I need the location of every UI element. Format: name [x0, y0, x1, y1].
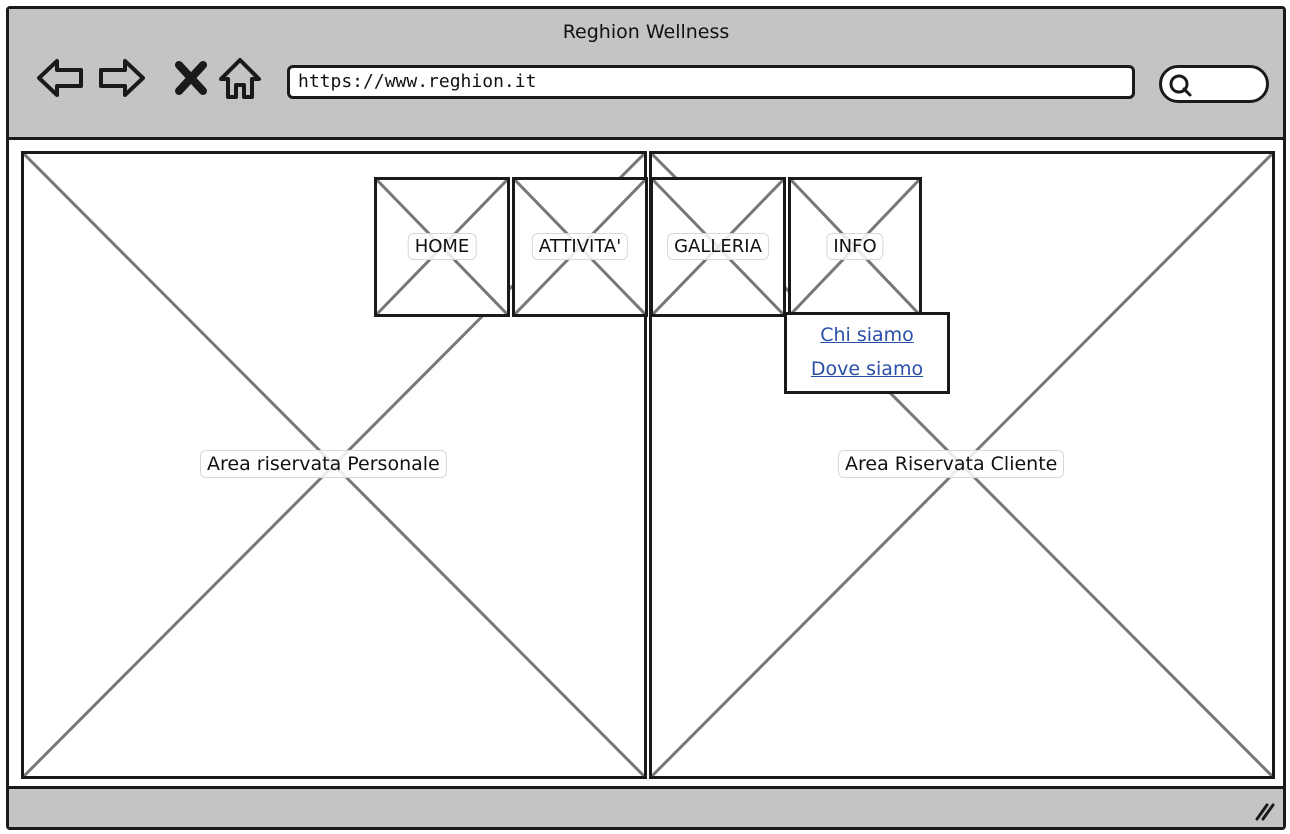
- menu-item-label: ATTIVITA': [531, 233, 629, 260]
- staff-area-label[interactable]: Area riservata Personale: [200, 450, 447, 478]
- dropdown-link-dove-siamo[interactable]: Dove siamo: [787, 352, 947, 386]
- search-icon: [1169, 74, 1192, 97]
- browser-toolbar: Reghion Wellness https://www.reghion.it: [9, 9, 1283, 140]
- browser-window: Reghion Wellness https://www.reghion.it: [6, 6, 1286, 830]
- menu-item-attivita[interactable]: ATTIVITA': [512, 177, 648, 317]
- resize-grip-icon[interactable]: [1253, 799, 1275, 821]
- client-area-label[interactable]: Area Riservata Cliente: [838, 450, 1065, 478]
- menu-item-home[interactable]: HOME: [374, 177, 510, 317]
- window-title: Reghion Wellness: [562, 21, 730, 43]
- menu-item-label: GALLERIA: [667, 233, 769, 260]
- arrow-right-icon[interactable]: [97, 53, 147, 103]
- menu-item-galleria[interactable]: GALLERIA: [650, 177, 786, 317]
- menu-item-info[interactable]: INFO: [788, 177, 922, 317]
- status-bar: [9, 786, 1283, 827]
- dropdown-link-chi-siamo[interactable]: Chi siamo: [787, 318, 947, 352]
- info-dropdown-menu: Chi siamo Dove siamo: [784, 312, 950, 394]
- arrow-left-icon[interactable]: [35, 53, 85, 103]
- close-icon[interactable]: [167, 53, 217, 103]
- search-field[interactable]: [1159, 65, 1269, 103]
- menu-item-label: INFO: [826, 233, 884, 260]
- menu-item-label: HOME: [407, 233, 477, 260]
- address-bar[interactable]: https://www.reghion.it: [287, 65, 1135, 99]
- home-icon[interactable]: [215, 53, 265, 103]
